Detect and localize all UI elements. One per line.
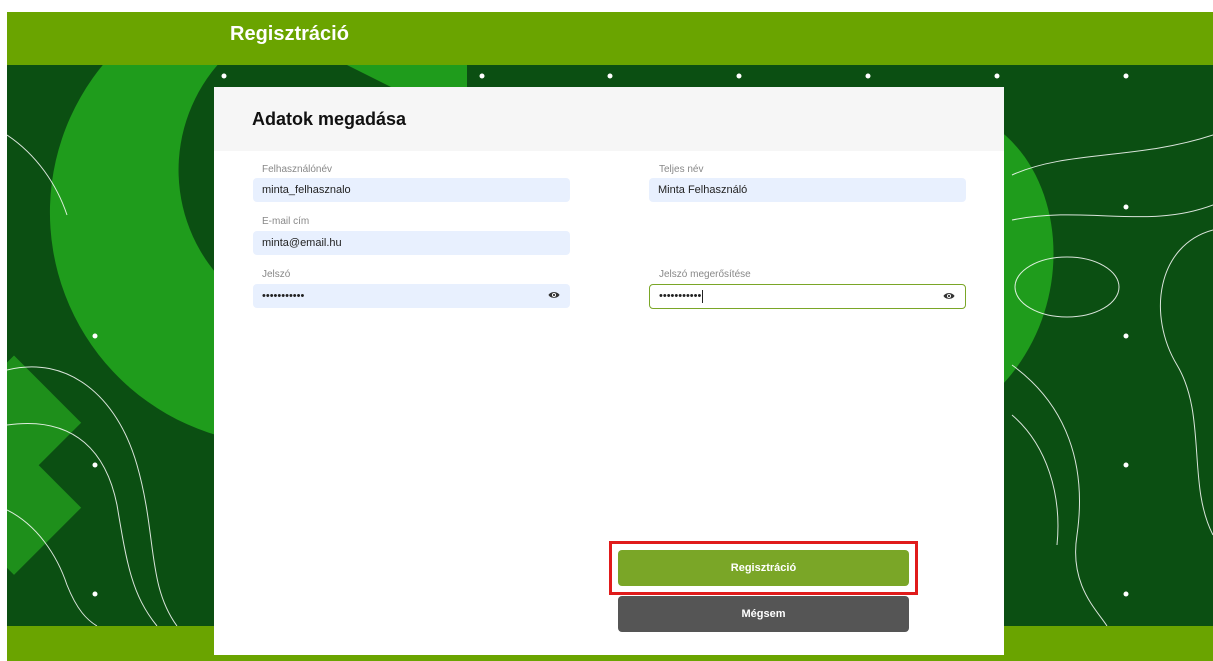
- password-confirm-input[interactable]: •••••••••••: [649, 284, 966, 309]
- text-caret: [702, 289, 704, 303]
- cancel-button[interactable]: Mégsem: [618, 596, 909, 632]
- card-header: Adatok megadása: [214, 87, 1004, 151]
- username-input[interactable]: minta_felhasznalo: [253, 178, 570, 202]
- app-title: Regisztráció: [230, 23, 349, 45]
- app-header: Regisztráció: [7, 12, 1213, 65]
- password-value: •••••••••••: [262, 290, 305, 302]
- password-confirm-label: Jelszó megerősítése: [659, 269, 751, 280]
- card-title: Adatok megadása: [252, 109, 407, 129]
- full-name-label: Teljes név: [659, 164, 704, 175]
- full-name-input[interactable]: Minta Felhasználó: [649, 178, 966, 202]
- eye-icon[interactable]: [548, 290, 560, 300]
- email-input[interactable]: minta@email.hu: [253, 231, 570, 255]
- password-confirm-value: •••••••••••: [659, 290, 702, 302]
- password-label: Jelszó: [262, 269, 291, 280]
- username-label: Felhasználónév: [262, 164, 333, 175]
- email-label: E-mail cím: [262, 216, 310, 227]
- registration-card: Adatok megadása Felhasználónév minta_fel…: [214, 87, 1004, 655]
- eye-icon[interactable]: [943, 291, 955, 301]
- register-button[interactable]: Regisztráció: [618, 550, 909, 586]
- password-input[interactable]: •••••••••••: [253, 284, 570, 308]
